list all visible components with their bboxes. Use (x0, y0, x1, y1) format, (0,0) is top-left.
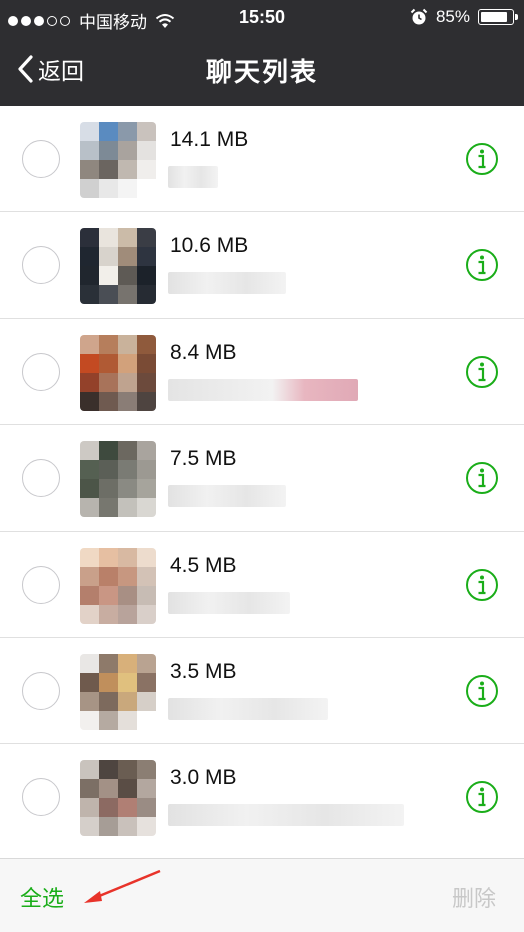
top-bar: 中国移动 15:50 85% 返回 聊天列表 (0, 0, 524, 106)
info-circle-icon[interactable] (465, 248, 499, 282)
chat-row[interactable]: 10.6 MB (0, 212, 524, 319)
chat-row[interactable]: 3.0 MB (0, 744, 524, 850)
chat-size: 7.5 MB (170, 447, 237, 471)
avatar (80, 334, 156, 411)
select-radio[interactable] (22, 246, 60, 285)
chat-row[interactable]: 4.5 MB (0, 532, 524, 638)
select-radio[interactable] (22, 565, 60, 604)
avatar (80, 441, 156, 518)
battery-icon (478, 9, 518, 25)
battery-fill (481, 12, 507, 22)
info-circle-icon[interactable] (465, 780, 499, 814)
chat-name-redacted (168, 697, 328, 720)
chat-list[interactable]: 14.1 MB 10.6 MB 8.4 MB 7.5 MB 4.5 MB 3.5 MB 3.… (0, 106, 524, 858)
battery-percent: 85% (435, 7, 470, 26)
chat-row[interactable]: 7.5 MB (0, 425, 524, 532)
chat-name-redacted (168, 272, 286, 295)
avatar (80, 760, 156, 837)
avatar (80, 228, 156, 305)
info-circle-icon[interactable] (465, 674, 499, 708)
delete-button[interactable]: 删除 (452, 881, 496, 913)
info-circle-icon[interactable] (465, 568, 499, 602)
select-radio[interactable] (22, 352, 60, 391)
page-title: 聊天列表 (205, 58, 318, 88)
info-circle-icon[interactable] (465, 355, 499, 389)
select-radio[interactable] (22, 459, 60, 498)
chat-name-redacted (168, 378, 358, 401)
chat-row[interactable]: 3.5 MB (0, 638, 524, 745)
chat-size: 3.5 MB (170, 659, 237, 683)
select-radio[interactable] (22, 671, 60, 710)
avatar (80, 653, 156, 730)
avatar (80, 547, 156, 624)
select-radio[interactable] (22, 778, 60, 817)
alarm-clock-icon (410, 8, 428, 25)
chat-size: 3.0 MB (170, 766, 237, 790)
bottom-toolbar: 全选 删除 (0, 858, 524, 932)
battery-nub (515, 14, 518, 20)
select-radio[interactable] (22, 140, 60, 178)
chat-row[interactable]: 14.1 MB (0, 106, 524, 213)
chat-row[interactable]: 8.4 MB (0, 319, 524, 426)
chat-name-redacted (168, 804, 404, 827)
info-circle-icon[interactable] (465, 461, 499, 495)
status-right: 85% (410, 7, 518, 27)
chat-name-redacted (168, 485, 286, 508)
avatar (80, 122, 156, 198)
annotation-arrow-icon (84, 869, 161, 903)
chat-size: 10.6 MB (170, 234, 249, 258)
chat-size: 14.1 MB (170, 128, 249, 151)
status-bar: 中国移动 15:50 85% (0, 0, 524, 36)
navigation-bar: 返回 聊天列表 (0, 36, 524, 106)
select-all-button[interactable]: 全选 (20, 881, 64, 913)
chat-name-redacted (168, 166, 218, 188)
chat-size: 8.4 MB (170, 340, 237, 364)
info-circle-icon[interactable] (465, 142, 499, 176)
chat-name-redacted (168, 591, 290, 614)
chat-size: 4.5 MB (170, 553, 237, 577)
